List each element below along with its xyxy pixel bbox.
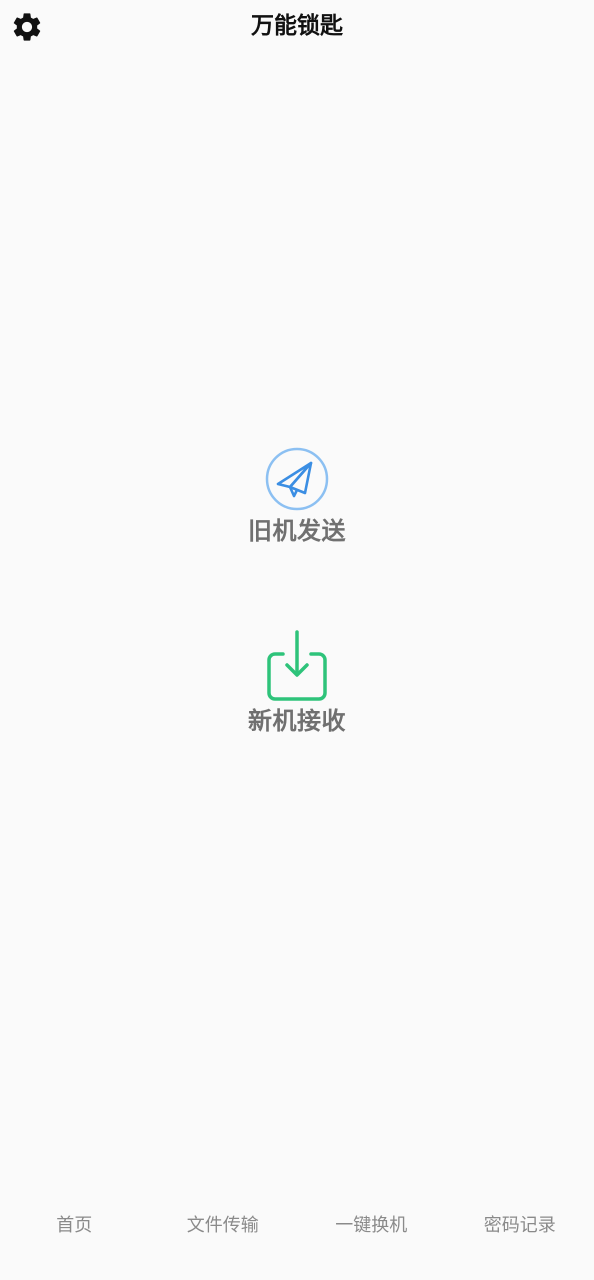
nav-item-home[interactable]: 首页	[0, 1196, 149, 1256]
old-device-send-button[interactable]: 旧机发送	[197, 446, 397, 546]
page-title: 万能锁匙	[251, 13, 343, 39]
app-screen: 万能锁匙 旧机发送 新机接收 首页 文件传输 一键换机 密码记录	[0, 0, 594, 1280]
bottom-navigation: 首页 文件传输 一键换机 密码记录	[0, 1196, 594, 1256]
nav-item-password-records[interactable]: 密码记录	[446, 1196, 594, 1256]
old-device-send-label: 旧机发送	[248, 517, 346, 545]
top-bar: 万能锁匙	[0, 0, 594, 54]
nav-item-file-transfer[interactable]: 文件传输	[149, 1196, 298, 1256]
new-device-receive-label: 新机接收	[248, 707, 346, 735]
new-device-receive-button[interactable]: 新机接收	[197, 628, 397, 736]
download-tray-icon	[267, 630, 327, 701]
nav-item-phone-switch[interactable]: 一键换机	[297, 1196, 446, 1256]
paper-plane-icon	[265, 447, 329, 511]
